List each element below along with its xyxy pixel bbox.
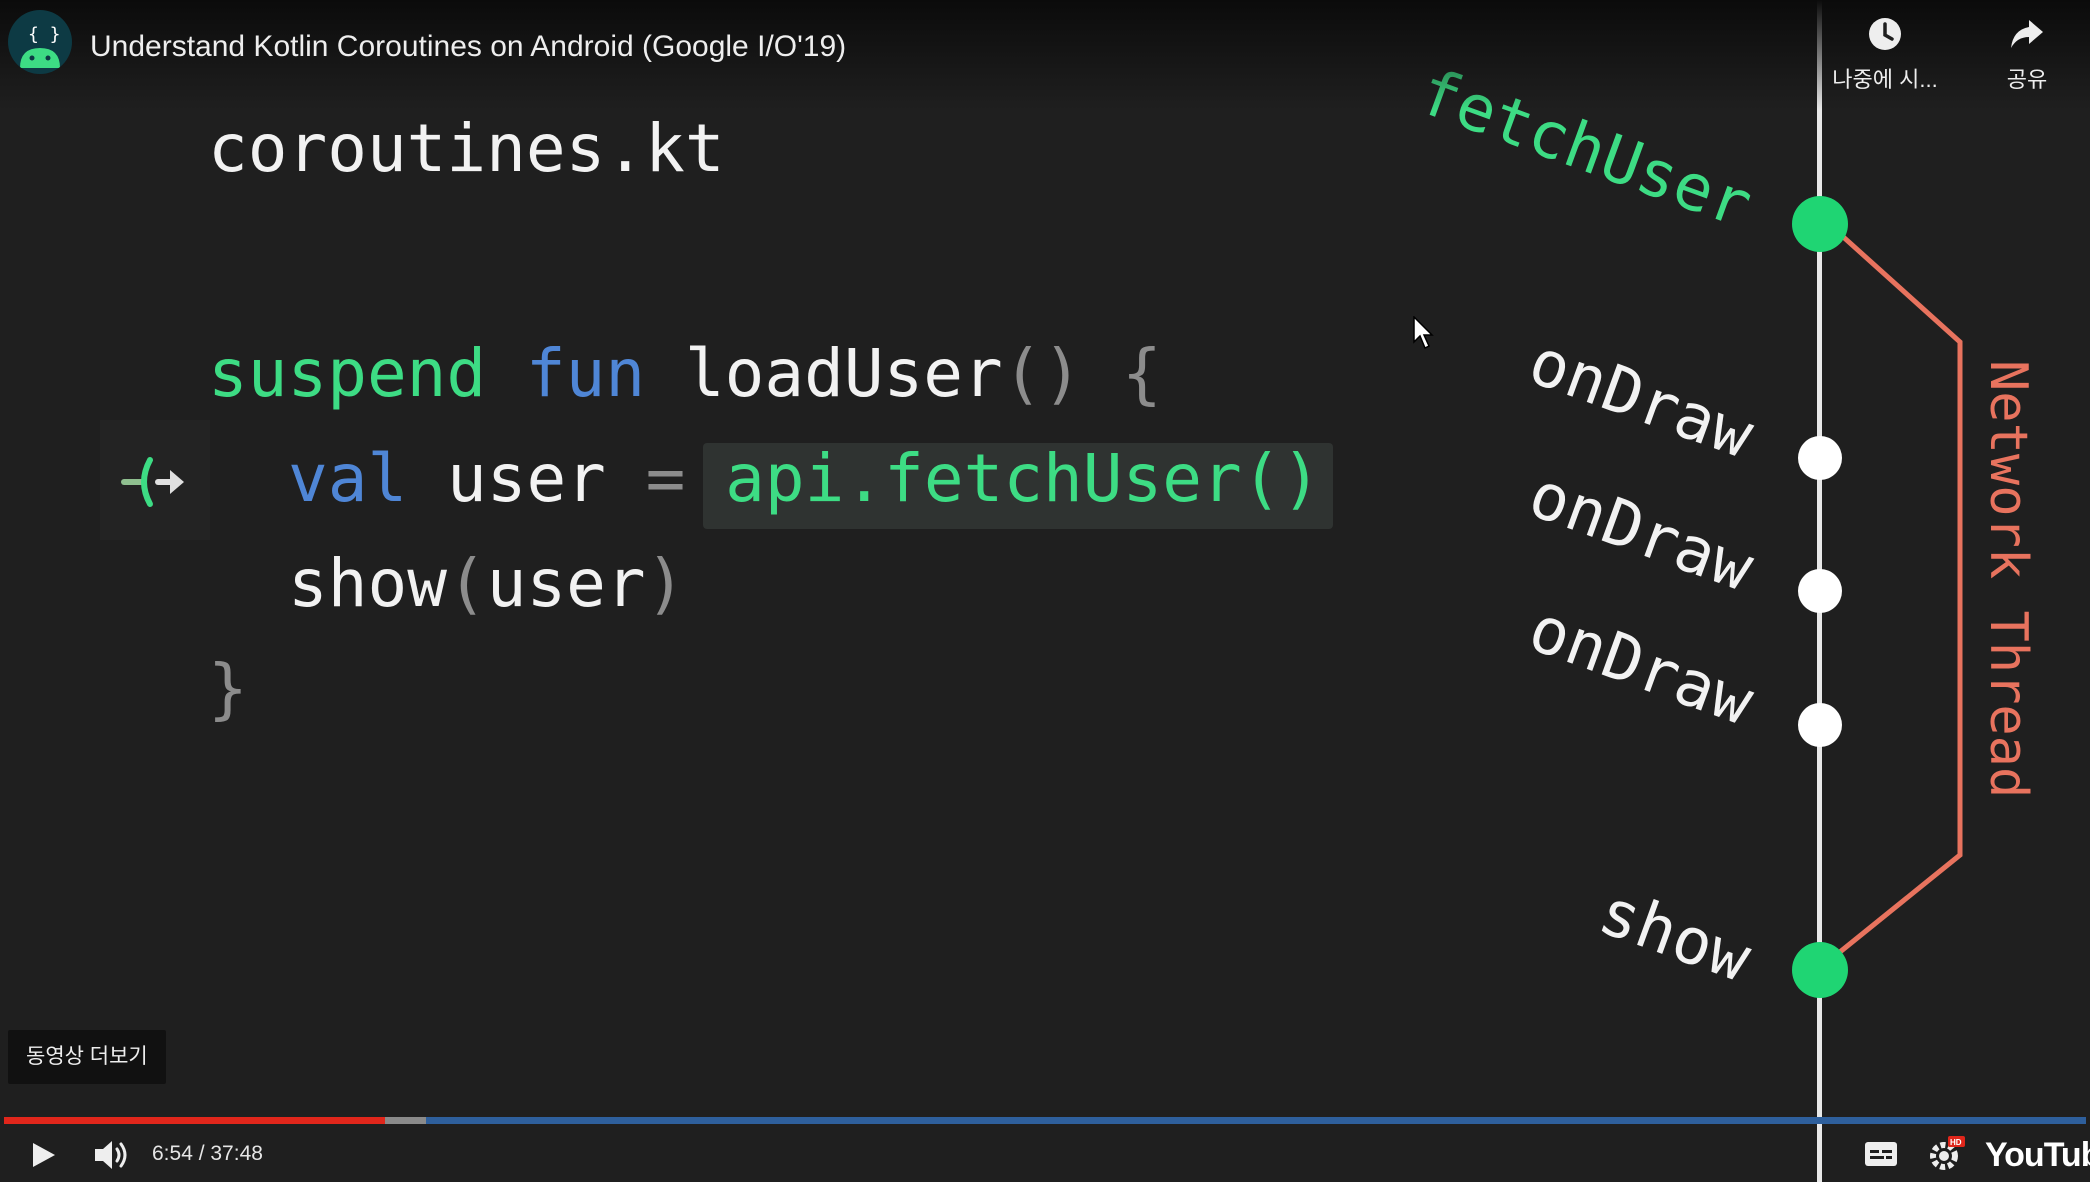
progress-bar[interactable] [4, 1117, 2086, 1124]
fetch-user-call: api.fetchUser() [725, 440, 1322, 517]
suspend-call-icon [121, 457, 184, 507]
svg-text:HD: HD [1950, 1138, 1962, 1147]
play-icon[interactable] [28, 1140, 58, 1170]
progress-played [4, 1117, 385, 1124]
subtitles-icon[interactable] [1864, 1140, 1898, 1168]
android-logo-icon: { } [20, 24, 61, 68]
keyword-fun: fun [525, 335, 646, 412]
ondraw-dot-2 [1798, 569, 1842, 613]
show-dot [1792, 942, 1848, 998]
watch-later-button[interactable]: 나중에 시... [1820, 14, 1950, 94]
close-brace: } [208, 650, 248, 727]
more-videos-button[interactable]: 동영상 더보기 [8, 1030, 166, 1084]
video-player[interactable]: coroutines.kt suspend fun loadUser() { v… [0, 0, 2090, 1182]
share-icon [2011, 20, 2043, 48]
volume-icon[interactable] [92, 1138, 132, 1172]
ondraw-dot-3 [1798, 703, 1842, 747]
channel-avatar[interactable]: { } [8, 10, 72, 74]
code-line-declaration: suspend fun loadUser() { [208, 335, 1162, 412]
slide-filename: coroutines.kt [208, 110, 725, 187]
ondraw-label-2: onDraw [1519, 458, 1763, 607]
svg-text:{ }: { } [28, 24, 61, 45]
keyword-val: val [288, 440, 408, 517]
show-paren-open: ( [446, 545, 487, 622]
suspend-gutter [100, 420, 210, 540]
top-bar: { } Understand Kotlin Coroutines on Andr… [0, 0, 2090, 110]
share-button[interactable]: 공유 [1962, 14, 2090, 94]
declaration-parens: () [1002, 335, 1083, 412]
code-line-show: show(user) [288, 545, 685, 622]
ondraw-dot-1 [1798, 436, 1842, 480]
fetch-user-dot [1792, 196, 1848, 252]
open-brace: { [1122, 335, 1162, 412]
ondraw-label-3: onDraw [1519, 592, 1763, 741]
clock-icon [1869, 18, 1901, 50]
control-bar: 6:54 / 37:48 HD YouTube [0, 1126, 2090, 1182]
youtube-logo[interactable]: YouTube [1985, 1136, 2090, 1175]
settings-gear-icon[interactable]: HD [1926, 1134, 1966, 1174]
mouse-cursor-icon [1413, 316, 1434, 350]
progress-loaded [385, 1117, 427, 1124]
code-line-val: val user = api.fetchUser() [288, 440, 1321, 517]
equals-sign: = [645, 440, 686, 517]
keyword-suspend: suspend [208, 335, 487, 412]
function-name: loadUser [684, 335, 1003, 412]
ondraw-label-1: onDraw [1519, 325, 1763, 474]
network-thread-path [1830, 223, 1963, 962]
show-paren-close: ) [645, 545, 686, 622]
video-title[interactable]: Understand Kotlin Coroutines on Android … [90, 30, 846, 64]
show-argument: user [486, 545, 646, 622]
show-label: show [1589, 875, 1760, 998]
share-label: 공유 [2006, 67, 2048, 92]
variable-user: user [446, 440, 606, 517]
time-display: 6:54 / 37:48 [152, 1142, 263, 1165]
show-function: show [288, 545, 447, 622]
watch-later-label: 나중에 시... [1832, 67, 1938, 92]
network-thread-label: Network Thread [1978, 360, 2038, 799]
